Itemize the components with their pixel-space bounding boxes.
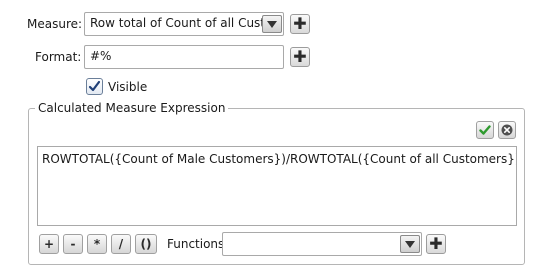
functions-add-button[interactable]: ✚ bbox=[426, 234, 446, 254]
format-input-value: #% bbox=[90, 49, 112, 63]
operator-multiply-button[interactable]: * bbox=[87, 234, 107, 254]
plus-icon: ✚ bbox=[293, 47, 307, 66]
format-add-button[interactable]: ✚ bbox=[290, 47, 310, 67]
plus-icon: ✚ bbox=[293, 14, 307, 33]
format-label: Format: bbox=[35, 50, 82, 64]
chevron-down-icon bbox=[405, 240, 415, 248]
group-title: Calculated Measure Expression bbox=[35, 101, 229, 115]
functions-dropdown-button[interactable] bbox=[400, 235, 420, 253]
operator-divide-button[interactable]: / bbox=[111, 234, 131, 254]
functions-label: Functions bbox=[167, 237, 225, 251]
functions-select[interactable] bbox=[222, 232, 422, 256]
measure-select[interactable]: Row total of Count of all Custo bbox=[84, 12, 284, 36]
measure-dropdown-button[interactable] bbox=[262, 15, 282, 33]
visible-label: Visible bbox=[108, 80, 148, 94]
operator-plus-button[interactable]: + bbox=[39, 234, 59, 254]
measure-add-button[interactable]: ✚ bbox=[290, 14, 310, 34]
operator-parentheses-button[interactable]: () bbox=[135, 234, 157, 254]
expression-textarea[interactable]: ROWTOTAL({Count of Male Customers})/ROWT… bbox=[37, 146, 517, 226]
check-icon bbox=[479, 125, 491, 135]
checkmark-icon bbox=[88, 80, 101, 92]
cancel-button[interactable] bbox=[498, 121, 516, 139]
close-icon bbox=[501, 124, 513, 136]
measure-select-value: Row total of Count of all Custo bbox=[90, 16, 273, 30]
plus-icon: ✚ bbox=[429, 234, 443, 253]
expression-text: ROWTOTAL({Count of Male Customers})/ROWT… bbox=[42, 152, 517, 166]
operator-minus-button[interactable]: - bbox=[63, 234, 83, 254]
accept-button[interactable] bbox=[476, 121, 494, 139]
measure-label: Measure: bbox=[27, 17, 83, 31]
format-input[interactable]: #% bbox=[84, 45, 284, 69]
visible-checkbox[interactable] bbox=[86, 78, 103, 95]
chevron-down-icon bbox=[267, 20, 277, 28]
